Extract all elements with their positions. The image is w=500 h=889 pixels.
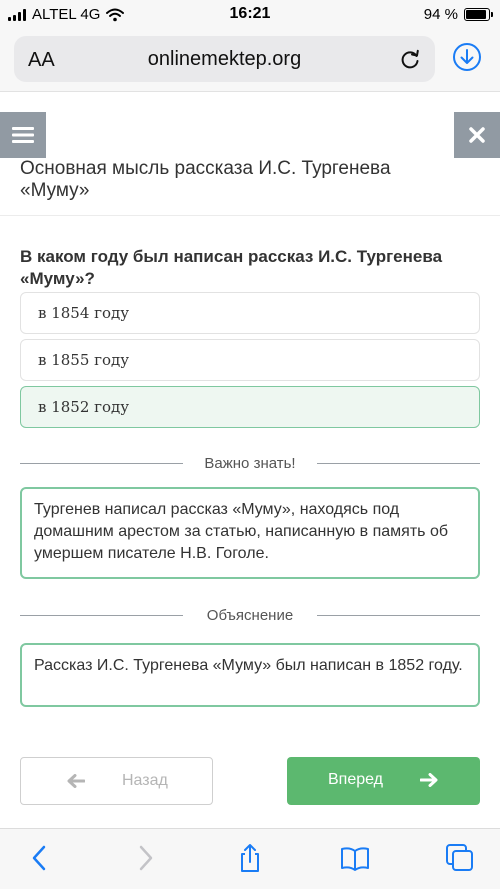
download-icon[interactable] — [452, 42, 482, 72]
header-divider — [0, 215, 500, 216]
back-button[interactable]: Назад — [20, 757, 213, 805]
menu-button[interactable] — [0, 112, 46, 158]
address-bar[interactable]: AA onlinemektep.org — [14, 36, 435, 82]
battery-icon — [464, 8, 493, 21]
chevron-left-icon[interactable] — [25, 843, 55, 873]
browser-toolbar — [0, 828, 500, 889]
lesson-title: Основная мысль рассказа И.С. Тургенева «… — [20, 158, 391, 201]
hamburger-icon — [12, 127, 34, 143]
share-icon[interactable] — [235, 843, 265, 873]
important-note: Тургенев написал рассказ «Муму», находяс… — [20, 487, 480, 579]
important-divider: Важно знать! — [20, 454, 480, 474]
explanation-note: Рассказ И.С. Тургенева «Муму» был написа… — [20, 643, 480, 707]
question-text: В каком году был написан рассказ И.С. Ту… — [20, 247, 443, 288]
browser-bar: AA onlinemektep.org — [0, 30, 500, 92]
tabs-icon[interactable] — [445, 843, 475, 873]
battery-info: 94 % — [423, 6, 493, 23]
battery-percent: 94 % — [423, 6, 458, 23]
back-label: Назад — [122, 772, 168, 789]
bookmarks-icon[interactable] — [340, 843, 370, 873]
answer-option[interactable]: в 1855 году — [20, 339, 480, 381]
arrow-right-icon — [420, 773, 438, 787]
status-bar: ALTEL 4G 16:21 94 % — [0, 0, 500, 30]
answer-option-correct[interactable]: в 1852 году — [20, 386, 480, 428]
explanation-divider: Объяснение — [20, 606, 480, 626]
next-button[interactable]: Вперед — [287, 757, 480, 805]
arrow-left-icon — [67, 774, 85, 788]
answer-option[interactable]: в 1854 году — [20, 292, 480, 334]
url-text[interactable]: onlinemektep.org — [14, 48, 435, 71]
close-button[interactable] — [454, 112, 500, 158]
close-icon — [469, 127, 485, 143]
next-label: Вперед — [328, 771, 384, 788]
chevron-right-icon[interactable] — [130, 843, 160, 873]
reload-icon[interactable] — [399, 48, 421, 70]
